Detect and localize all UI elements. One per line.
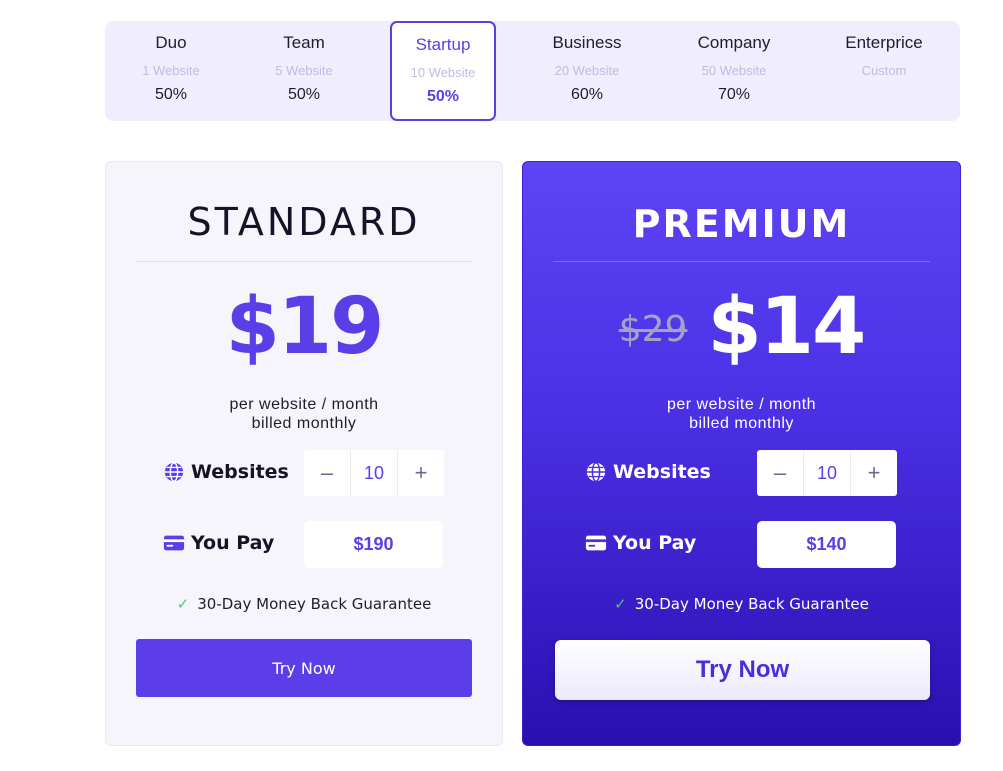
- plan-price: $19: [225, 282, 385, 372]
- billing-period: billed monthly: [251, 415, 357, 432]
- websites-quantity[interactable]: 10: [803, 450, 851, 496]
- try-now-button[interactable]: Try Now: [136, 639, 472, 697]
- try-now-button[interactable]: Try Now: [555, 640, 930, 700]
- billing-unit: per website / month: [666, 396, 817, 413]
- decrement-button[interactable]: –: [304, 450, 350, 496]
- guarantee-note: ✓ 30-Day Money Back Guarantee: [106, 595, 502, 613]
- increment-button[interactable]: +: [398, 450, 444, 496]
- plan-title: PREMIUM: [632, 202, 851, 246]
- guarantee-note: ✓ 30-Day Money Back Guarantee: [523, 595, 960, 613]
- divider: [136, 261, 472, 262]
- credit-card-icon: [163, 535, 185, 551]
- increment-button[interactable]: +: [851, 450, 897, 496]
- websites-label-row: Websites: [163, 461, 289, 483]
- tier-name: Startup: [415, 35, 471, 54]
- divider: [553, 261, 930, 262]
- decrement-button[interactable]: –: [757, 450, 803, 496]
- tier-name: Duo: [155, 33, 187, 52]
- you-pay-label-row: You Pay: [163, 532, 274, 554]
- tier-discount: 50%: [154, 86, 188, 103]
- tier-discount: 60%: [570, 86, 604, 103]
- tier-site-count: Custom: [861, 63, 907, 78]
- websites-label: Websites: [191, 461, 289, 483]
- websites-quantity[interactable]: 10: [350, 450, 398, 496]
- websites-label: Websites: [613, 461, 711, 483]
- tier-site-count: 1 Website: [142, 63, 200, 78]
- original-price: $29: [618, 309, 688, 350]
- globe-icon: [164, 462, 184, 482]
- credit-card-icon: [585, 535, 607, 551]
- standard-plan-card: STANDARD $19 per website / month billed …: [105, 161, 503, 746]
- tier-site-count: 10 Website: [410, 65, 476, 80]
- premium-plan-card: PREMIUM $29 $14 per website / month bille…: [522, 161, 961, 746]
- total-price: $190: [304, 521, 443, 568]
- check-icon: ✓: [614, 595, 627, 613]
- tier-site-count: 5 Website: [275, 63, 333, 78]
- check-icon: ✓: [176, 595, 190, 613]
- tier-discount: 50%: [287, 86, 321, 103]
- websites-label-row: Websites: [585, 461, 711, 483]
- guarantee-text: 30-Day Money Back Guarantee: [634, 595, 869, 613]
- plan-tier-selector: Duo 1 Website 50% Team 5 Website 50% Sta…: [105, 21, 960, 121]
- globe-icon: [586, 462, 606, 482]
- billing-unit: per website / month: [229, 396, 379, 413]
- you-pay-label: You Pay: [191, 532, 275, 554]
- billing-period: billed monthly: [689, 415, 794, 432]
- tier-name: Business: [552, 33, 622, 52]
- tier-name: Company: [697, 33, 771, 52]
- tier-startup[interactable]: Startup 10 Website 50%: [390, 21, 496, 121]
- tier-discount: 50%: [426, 88, 460, 105]
- tier-name: Team: [283, 33, 325, 52]
- you-pay-label: You Pay: [613, 532, 697, 554]
- websites-stepper: – 10 +: [304, 450, 444, 496]
- websites-stepper: – 10 +: [757, 450, 897, 496]
- you-pay-label-row: You Pay: [585, 532, 696, 554]
- plan-price: $14: [707, 282, 866, 372]
- guarantee-text: 30-Day Money Back Guarantee: [197, 595, 432, 613]
- tier-site-count: 50 Website: [701, 63, 767, 78]
- plan-title: STANDARD: [187, 200, 421, 244]
- total-price: $140: [757, 521, 896, 568]
- tier-discount: 70%: [717, 86, 751, 103]
- tier-name: Enterprice: [845, 33, 923, 52]
- tier-site-count: 20 Website: [554, 63, 620, 78]
- plan-price-group: $29 $14: [523, 282, 960, 372]
